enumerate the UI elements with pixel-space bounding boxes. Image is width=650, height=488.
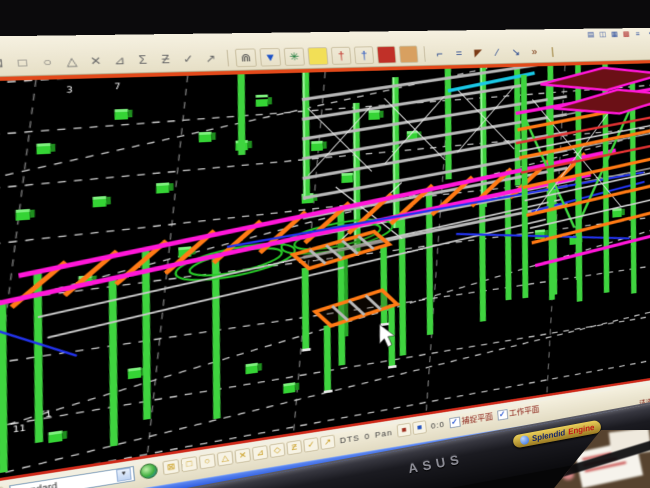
create-beam-icon[interactable]: =	[450, 45, 467, 61]
bar-icon[interactable]: |	[544, 44, 560, 59]
snap-toggle-perpendicular-icon[interactable]: ⊿	[252, 445, 268, 461]
checkbox-check-icon[interactable]: ✓	[497, 409, 508, 421]
tools-toolbar-group: ⋒▼✳ ††	[235, 46, 419, 68]
svg-text:7: 7	[114, 82, 120, 92]
binoculars-icon[interactable]: ⋒	[235, 48, 257, 67]
splendid-sticker-subtext: Engine	[567, 423, 595, 437]
snap-any-icon[interactable]: ✓	[178, 50, 199, 67]
snap-extension-icon[interactable]: ↗	[200, 50, 220, 67]
snap-toggle-center-icon[interactable]: ○	[199, 453, 216, 469]
snap-toggle-nearest-icon[interactable]: Ƶ	[286, 440, 302, 456]
pan-mode-indicator: Pan	[375, 428, 393, 439]
grid-view-icon[interactable]: ▦	[609, 29, 619, 38]
snap-intersection-icon[interactable]: ✕	[85, 52, 107, 70]
platforms	[293, 230, 398, 398]
red-swatch-icon[interactable]	[377, 46, 397, 64]
snap-endpoint-icon[interactable]: □	[11, 53, 34, 71]
window-new-icon[interactable]: ▤	[586, 30, 596, 39]
create-plate-icon[interactable]: ◤	[470, 45, 487, 60]
select-filter-icon[interactable]: ▼	[259, 48, 281, 67]
selection-filter-value: standard	[15, 480, 57, 488]
coords-indicator: 0:0	[431, 419, 446, 430]
hatch-view-icon[interactable]: ▩	[621, 29, 631, 38]
svg-text:11: 11	[13, 424, 26, 436]
snapshot-icon[interactable]: ✳	[284, 48, 305, 66]
tan-swatch-icon[interactable]	[399, 46, 419, 64]
checkbox-check-icon[interactable]: ✓	[449, 416, 460, 428]
toolbar-separator	[227, 50, 229, 67]
splendid-logo-icon	[519, 435, 529, 445]
svg-text:3: 3	[66, 86, 72, 96]
footing-block	[36, 143, 55, 155]
snap-midpoint-icon[interactable]: △	[60, 53, 82, 71]
snap-toggle-points-icon[interactable]: ⊠	[162, 459, 179, 475]
chevron-down-icon[interactable]: ▾	[116, 467, 132, 482]
yellow-swatch-icon[interactable]	[307, 47, 328, 65]
splendid-sticker-text: Splendid	[531, 428, 566, 443]
snap-toggle-diamond-icon[interactable]: ◇	[269, 442, 285, 458]
fastforward-icon[interactable]: »	[526, 44, 542, 59]
create-arrow-icon[interactable]: ↘	[508, 44, 524, 59]
photo-of-monitor: ▤◫▦▩≡◔▣◇ ◉◎▱▭⊘ ⊠□○△✕⊿ΣƵ✓↗ ⋒▼✳†† ⌐=◤∕↘»|	[0, 0, 650, 488]
plane-swatch-icon[interactable]: ■	[412, 420, 427, 435]
window-split-icon[interactable]: ◫	[598, 30, 608, 39]
snap-nearest-icon[interactable]: Ƶ	[155, 51, 176, 68]
snap-sum-icon[interactable]: Σ	[132, 51, 153, 68]
snap-perpendicular-icon[interactable]: ⊿	[109, 52, 131, 70]
snap-points-icon[interactable]: ⊠	[0, 54, 9, 72]
draw-toolbar-group: ⌐=◤∕↘»|	[431, 44, 561, 62]
snap-toggle-extension-icon[interactable]: ↗	[320, 435, 336, 450]
snap-toggle-midpoint-icon[interactable]: △	[217, 450, 234, 466]
toolbar-separator	[424, 46, 426, 61]
snap-toggle-any-icon[interactable]: ✓	[303, 437, 319, 453]
pin-red-icon[interactable]: †	[331, 47, 352, 65]
asus-logo: ASUS	[407, 451, 465, 476]
clock-icon[interactable]: ◔	[644, 29, 650, 38]
phase-indicator: 0	[364, 431, 370, 441]
dts-indicator: DTS	[339, 433, 360, 445]
phase-swatch-icon[interactable]: ■	[397, 423, 412, 438]
snap-center-icon[interactable]: ○	[36, 53, 59, 71]
create-brace-icon[interactable]: ∕	[489, 45, 506, 60]
pin-blue-icon[interactable]: †	[354, 46, 374, 64]
tekla-structures-window: ▤◫▦▩≡◔▣◇ ◉◎▱▭⊘ ⊠□○△✕⊿ΣƵ✓↗ ⋒▼✳†† ⌐=◤∕↘»|	[0, 27, 650, 488]
snap-toolbar-group: ⊠□○△✕⊿ΣƵ✓↗	[0, 50, 221, 72]
snap-toggle-intersection-icon[interactable]: ✕	[234, 448, 251, 464]
snap-toggle-endpoint-icon[interactable]: □	[181, 456, 198, 472]
create-column-icon[interactable]: ⌐	[431, 46, 448, 62]
list-icon[interactable]: ≡	[633, 29, 643, 38]
